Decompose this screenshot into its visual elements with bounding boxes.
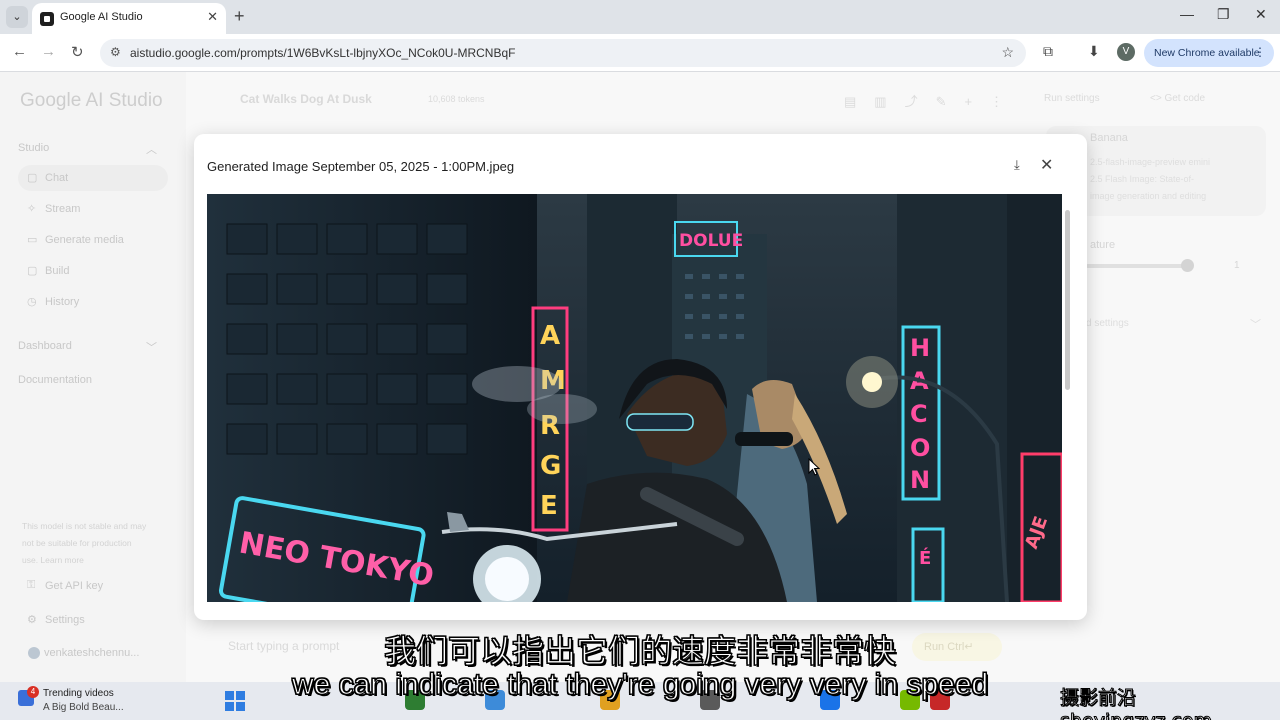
browser-tab[interactable]: Google AI Studio ✕ (32, 3, 226, 34)
svg-text:C: C (910, 400, 928, 428)
image-filename: Generated Image September 05, 2025 - 1:0… (207, 159, 515, 174)
svg-text:E: E (540, 491, 558, 521)
neon-sign-eio: É (919, 547, 931, 569)
svg-text:H: H (910, 334, 930, 362)
image-vertical-scrollbar[interactable] (1065, 210, 1070, 390)
back-icon[interactable]: ← (12, 43, 27, 60)
neon-sign-hacon: HACON (910, 334, 930, 494)
downloads-icon[interactable]: ⬇ (1088, 43, 1100, 60)
minimize-icon[interactable]: — (1180, 6, 1194, 22)
tab-close-icon[interactable]: ✕ (207, 9, 218, 25)
close-icon[interactable]: ✕ (1040, 155, 1053, 175)
new-chrome-available-button[interactable]: New Chrome available ⋮ (1144, 39, 1274, 67)
mouse-cursor-icon (808, 458, 820, 476)
more-menu-icon[interactable]: ⋮ (1254, 45, 1266, 59)
url-text: aistudio.google.com/prompts/1W6BvKsLt-lb… (130, 46, 516, 60)
tab-search-button[interactable]: ⌄ (6, 6, 28, 28)
reload-icon[interactable]: ↻ (71, 43, 84, 61)
bookmark-star-icon[interactable]: ☆ (1001, 44, 1014, 61)
forward-icon[interactable]: → (41, 43, 56, 60)
browser-tab-bar: ⌄ Google AI Studio ✕ + — ❐ ✕ (0, 0, 1280, 34)
tab-title: Google AI Studio (60, 11, 143, 23)
image-viewer-dialog: Generated Image September 05, 2025 - 1:0… (194, 134, 1087, 620)
browser-toolbar: ← → ↻ ⚙ aistudio.google.com/prompts/1W6B… (0, 34, 1280, 72)
maximize-icon[interactable]: ❐ (1217, 6, 1230, 23)
trending-subtitle[interactable]: A Big Bold Beau... (43, 702, 124, 713)
profile-avatar[interactable]: V (1117, 43, 1135, 61)
generated-image-illustration: DOLUE AMRGE HACON É AJE NEO TOKYO (207, 194, 1062, 602)
svg-text:A: A (540, 321, 560, 351)
site-info-icon[interactable]: ⚙ (110, 45, 121, 59)
new-tab-button[interactable]: + (234, 6, 245, 27)
address-bar[interactable]: ⚙ aistudio.google.com/prompts/1W6BvKsLt-… (100, 39, 1026, 67)
svg-text:G: G (540, 451, 561, 481)
image-horizontal-scrollbar[interactable] (210, 604, 1060, 610)
subtitle-chinese: 我们可以指出它们的速度非常非常快 (383, 632, 896, 671)
ai-studio-favicon-icon (40, 12, 54, 26)
generated-image: DOLUE AMRGE HACON É AJE NEO TOKYO (207, 194, 1062, 602)
svg-text:N: N (910, 466, 930, 494)
svg-text:O: O (910, 434, 930, 462)
update-label: New Chrome available (1154, 47, 1260, 59)
extensions-icon[interactable]: ⧉ (1043, 43, 1053, 60)
watermark: 摄影前沿 sheyingzyz.com (1060, 687, 1213, 720)
window-close-icon[interactable]: ✕ (1255, 6, 1267, 23)
download-icon[interactable]: ⤓ (1014, 157, 1020, 173)
neon-sign-dolue: DOLUE (679, 231, 743, 251)
